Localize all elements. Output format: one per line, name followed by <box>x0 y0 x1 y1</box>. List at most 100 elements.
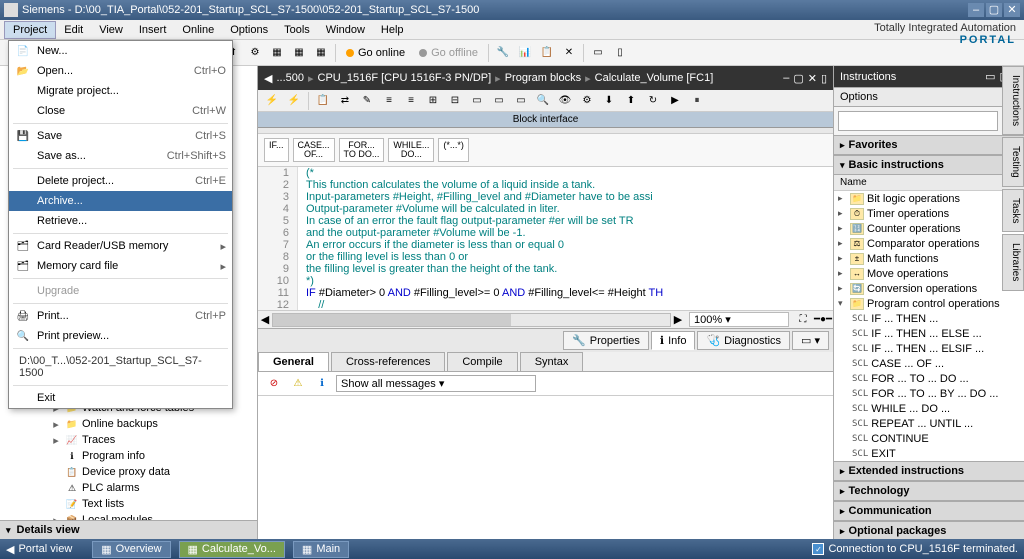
status-tab[interactable]: ▦Calculate_Vo... <box>179 541 285 558</box>
ed-icon[interactable]: ⚡ <box>284 91 304 111</box>
instruction-group[interactable]: ▸±Math functions <box>834 251 1024 266</box>
ed-icon[interactable]: ≡ <box>379 91 399 111</box>
menu-options[interactable]: Options <box>222 22 276 38</box>
instruction-item[interactable]: SCLIF ... THEN ... ELSIF ... <box>834 341 1024 356</box>
portal-view-button[interactable]: Portal view <box>18 543 72 555</box>
tree-item[interactable]: ℹProgram info <box>0 448 257 464</box>
menu-window[interactable]: Window <box>318 22 373 38</box>
subtab-compile[interactable]: Compile <box>447 352 517 371</box>
info-filter-icon[interactable]: ℹ <box>312 374 332 394</box>
crumb-segment[interactable]: Calculate_Volume [FC1] <box>595 72 714 84</box>
menu-item-migrate-project-[interactable]: Migrate project... <box>9 81 232 101</box>
instruction-item[interactable]: SCLIF ... THEN ... <box>834 311 1024 326</box>
tree-item[interactable]: ▸📦Local modules <box>0 512 257 520</box>
crumb-back-icon[interactable]: ◀ <box>264 72 272 85</box>
instructions-options[interactable]: Options <box>834 87 1024 107</box>
go-offline-button[interactable]: Go offline <box>413 47 484 59</box>
ed-icon[interactable]: 🔍 <box>533 91 553 111</box>
instruction-item[interactable]: SCLWHILE ... DO ... <box>834 401 1024 416</box>
tb-icon[interactable]: 🔧 <box>493 43 513 63</box>
menu-tools[interactable]: Tools <box>276 22 318 38</box>
menu-item-close[interactable]: CloseCtrl+W <box>9 101 232 121</box>
instruction-group[interactable]: ▾📁Program control operations <box>834 296 1024 311</box>
side-tab-instructions[interactable]: Instructions <box>1002 66 1024 135</box>
portal-back-icon[interactable]: ◀ <box>6 543 14 556</box>
tree-item[interactable]: 📋Device proxy data <box>0 464 257 480</box>
technology-section[interactable]: ▸Technology <box>834 481 1024 501</box>
ed-icon[interactable]: ≡ <box>401 91 421 111</box>
scroll-right-icon[interactable]: ▶ <box>671 313 685 326</box>
ed-icon[interactable]: ✎ <box>357 91 377 111</box>
tb-icon[interactable]: ▭ <box>588 43 608 63</box>
ed-icon[interactable]: ↻ <box>643 91 663 111</box>
scroll-left-icon[interactable]: ◀ <box>258 313 272 326</box>
code-hint[interactable]: (*...*) <box>438 138 469 162</box>
code-editor[interactable]: 1(*2This function calculates the volume … <box>258 167 833 310</box>
tree-item[interactable]: ▸📈Traces <box>0 432 257 448</box>
instruction-item[interactable]: SCLCONTINUE <box>834 431 1024 446</box>
side-tab-tasks[interactable]: Tasks <box>1002 189 1024 233</box>
go-online-button[interactable]: Go online <box>340 47 411 59</box>
ed-icon[interactable]: ⊞ <box>423 91 443 111</box>
ed-icon[interactable]: 👁 <box>555 91 575 111</box>
menu-item-memory-card-file[interactable]: 🗂Memory card file▸ <box>9 256 232 276</box>
subtab-cross-references[interactable]: Cross-references <box>331 352 445 371</box>
menu-project[interactable]: Project <box>4 21 56 39</box>
minimize-button[interactable]: – <box>968 3 984 17</box>
menu-item-open-[interactable]: 📂Open...Ctrl+O <box>9 61 232 81</box>
tree-item[interactable]: ▸📁Online backups <box>0 416 257 432</box>
tb-icon[interactable]: ▦ <box>311 43 331 63</box>
maximize-button[interactable]: ▢ <box>986 3 1002 17</box>
code-hint[interactable]: WHILE...DO... <box>388 138 434 162</box>
crumb-segment[interactable]: Program blocks <box>505 72 581 84</box>
recent-project[interactable]: D:\00_T...\052-201_Startup_SCL_S7-1500 <box>9 351 232 383</box>
tb-icon[interactable]: 📊 <box>515 43 535 63</box>
instruction-list[interactable]: ▸📁Bit logic operations▸⏱Timer operations… <box>834 191 1024 461</box>
pane-icon[interactable]: ▢ <box>793 72 803 85</box>
pane-icon[interactable]: ✕ <box>808 72 817 85</box>
menu-item-exit[interactable]: Exit <box>9 388 232 408</box>
tb-icon[interactable]: ▦ <box>267 43 287 63</box>
menu-item-print-[interactable]: 🖨Print...Ctrl+P <box>9 306 232 326</box>
optional-packages-section[interactable]: ▸Optional packages <box>834 521 1024 541</box>
error-filter-icon[interactable]: ⊘ <box>264 374 284 394</box>
tree-item[interactable]: ⚠PLC alarms <box>0 480 257 496</box>
menu-online[interactable]: Online <box>174 22 222 38</box>
pane-icon[interactable]: ▯ <box>821 72 827 85</box>
instruction-item[interactable]: SCLFOR ... TO ... BY ... DO ... <box>834 386 1024 401</box>
status-tab[interactable]: ▦Main <box>293 541 349 558</box>
compile-icon[interactable]: ⚙ <box>245 43 265 63</box>
tb-icon[interactable]: ▦ <box>289 43 309 63</box>
basic-instructions-section[interactable]: ▾Basic instructions <box>834 155 1024 175</box>
subtab-syntax[interactable]: Syntax <box>520 352 584 371</box>
zoom-select[interactable]: 100% ▾ <box>689 312 789 327</box>
ed-icon[interactable]: ⬆ <box>621 91 641 111</box>
instruction-item[interactable]: SCLEXIT <box>834 446 1024 461</box>
ed-icon[interactable]: 📋 <box>313 91 333 111</box>
ed-icon[interactable]: ⏸ <box>687 91 707 111</box>
zoom-fit-icon[interactable]: ⛶ <box>793 310 813 330</box>
pane-icon[interactable]: – <box>783 72 789 85</box>
tb-icon[interactable]: ▯ <box>610 43 630 63</box>
ed-icon[interactable]: ⇄ <box>335 91 355 111</box>
close-button[interactable]: ✕ <box>1004 3 1020 17</box>
extended-instructions-section[interactable]: ▸Extended instructions <box>834 461 1024 481</box>
crumb-segment[interactable]: ...500 <box>276 72 304 84</box>
ed-icon[interactable]: ⚙ <box>577 91 597 111</box>
details-view-header[interactable]: ▾Details view <box>0 520 257 539</box>
code-hint[interactable]: IF... <box>264 138 289 162</box>
menu-item-archive-[interactable]: Archive... <box>9 191 232 211</box>
instruction-group[interactable]: ▸🔄Conversion operations <box>834 281 1024 296</box>
instruction-item[interactable]: SCLCASE ... OF ... <box>834 356 1024 371</box>
instruction-group[interactable]: ▸🔢Counter operations <box>834 221 1024 236</box>
pane-icon[interactable]: ▭ <box>985 70 995 83</box>
tree-item[interactable]: 📝Text lists <box>0 496 257 512</box>
ed-icon[interactable]: ▶ <box>665 91 685 111</box>
status-tab[interactable]: ▦Overview <box>92 541 170 558</box>
ed-icon[interactable]: ⊟ <box>445 91 465 111</box>
instructions-search-input[interactable] <box>838 111 998 131</box>
menu-view[interactable]: View <box>91 22 131 38</box>
ed-icon[interactable]: ▭ <box>467 91 487 111</box>
instruction-group[interactable]: ▸⏱Timer operations <box>834 206 1024 221</box>
side-tab-testing[interactable]: Testing <box>1002 137 1024 187</box>
